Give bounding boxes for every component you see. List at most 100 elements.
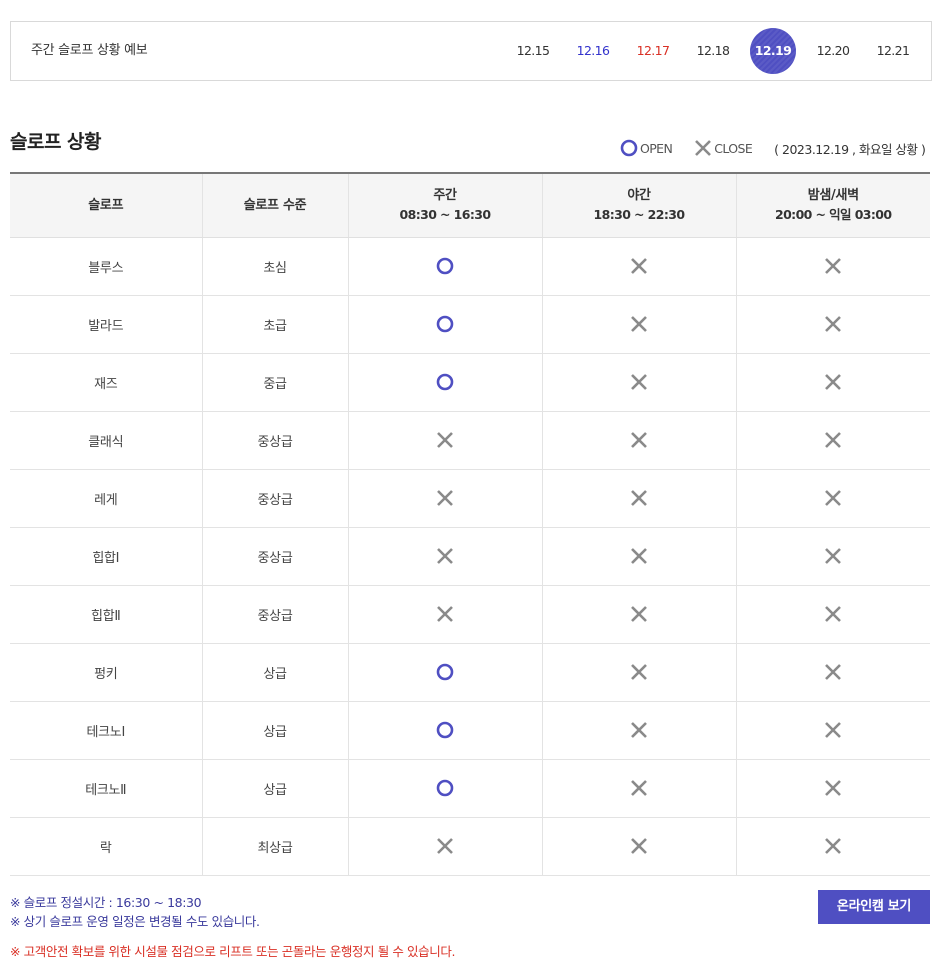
notice-schedule-change: ※ 상기 슬로프 운영 일정은 변경될 수도 있습니다. <box>10 914 260 929</box>
table-row: 테크노Ⅰ 상급 <box>10 701 930 760</box>
close-x-icon <box>825 490 842 506</box>
header-slope: 슬로프 <box>10 173 203 238</box>
notice-safety: ※ 고객안전 확보를 위한 시설물 점검으로 리프트 또는 곤돌라는 운행정지 … <box>10 944 456 959</box>
notice-text: ※ 슬로프 정설시간 : 16:30 ~ 18:30 ※ 상기 슬로프 운영 일… <box>10 893 455 961</box>
close-x-icon <box>695 140 712 156</box>
open-circle-icon <box>436 663 454 681</box>
header-day-time: 08:30 ~ 16:30 <box>399 207 492 223</box>
slope-level-cell: 초급 <box>202 295 349 354</box>
open-circle-icon <box>436 373 454 391</box>
close-x-icon <box>437 606 453 622</box>
slope-name-cell: 펑키 <box>10 643 203 702</box>
section-title: 슬로프 상황 <box>10 131 102 153</box>
overnight-status-cell <box>736 527 930 586</box>
status-date: ( 2023.12.19 , 화요일 상황 ) <box>774 141 926 157</box>
close-x-icon <box>631 374 647 390</box>
close-x-icon <box>825 780 842 796</box>
day-status-cell <box>348 295 543 354</box>
slope-status-table: 슬로프 슬로프 수준 주간 08:30 ~ 16:30 야간 18:30 ~ 22:… <box>10 172 930 876</box>
night-status-cell <box>542 237 737 296</box>
close-x-icon <box>631 664 647 680</box>
night-status-cell <box>542 527 737 586</box>
forecast-date-12-17[interactable]: 12.17 <box>630 28 676 74</box>
slope-level-cell: 상급 <box>202 759 349 818</box>
close-x-icon <box>437 548 453 564</box>
header-level: 슬로프 수준 <box>202 173 349 238</box>
close-x-icon <box>825 548 842 564</box>
slope-name-cell: 테크노Ⅱ <box>10 759 203 818</box>
overnight-status-cell <box>736 353 930 412</box>
header-night-label: 야간 <box>627 188 651 204</box>
day-status-cell <box>348 643 543 702</box>
slope-level-cell: 최상급 <box>202 817 349 876</box>
overnight-status-cell <box>736 411 930 470</box>
slope-name-cell: 락 <box>10 817 203 876</box>
close-x-icon <box>631 548 647 564</box>
forecast-date-12-16[interactable]: 12.16 <box>570 28 616 74</box>
slope-level-cell: 상급 <box>202 701 349 760</box>
slope-level-cell: 초심 <box>202 237 349 296</box>
header-day-label: 주간 <box>433 188 457 204</box>
slope-level-cell: 중상급 <box>202 469 349 528</box>
forecast-date-list: 12.15 12.16 12.17 12.18 12.19 12.20 12.21 <box>11 22 931 80</box>
table-header-row: 슬로프 슬로프 수준 주간 08:30 ~ 16:30 야간 18:30 ~ 22:… <box>10 173 930 238</box>
slope-level-cell: 중상급 <box>202 411 349 470</box>
open-circle-icon <box>620 139 638 157</box>
overnight-status-cell <box>736 759 930 818</box>
close-x-icon <box>631 490 647 506</box>
table-row: 펑키 상급 <box>10 643 930 702</box>
forecast-date-12-15[interactable]: 12.15 <box>510 28 556 74</box>
forecast-date-12-20[interactable]: 12.20 <box>810 28 856 74</box>
table-row: 재즈 중급 <box>10 353 930 412</box>
close-x-icon <box>631 780 647 796</box>
close-x-icon <box>825 606 842 622</box>
night-status-cell <box>542 585 737 644</box>
forecast-date-12-19[interactable]: 12.19 <box>750 28 796 74</box>
weekly-forecast-bar: 주간 슬로프 상황 예보 12.15 12.16 12.17 12.18 12.19 12… <box>10 21 932 81</box>
close-x-icon <box>631 606 647 622</box>
open-circle-icon <box>436 315 454 333</box>
slope-name-cell: 레게 <box>10 469 203 528</box>
close-x-icon <box>631 258 647 274</box>
table-row: 레게 중상급 <box>10 469 930 528</box>
close-x-icon <box>825 722 842 738</box>
day-status-cell <box>348 469 543 528</box>
night-status-cell <box>542 469 737 528</box>
night-status-cell <box>542 411 737 470</box>
forecast-date-12-21[interactable]: 12.21 <box>870 28 916 74</box>
day-status-cell <box>348 237 543 296</box>
table-row: 발라드 초급 <box>10 295 930 354</box>
forecast-date-12-18[interactable]: 12.18 <box>690 28 736 74</box>
header-overnight: 밤샘/새벽 20:00 ~ 익일 03:00 <box>736 173 930 238</box>
day-status-cell <box>348 759 543 818</box>
table-row: 락 최상급 <box>10 817 930 876</box>
table-row: 힙합Ⅱ 중상급 <box>10 585 930 644</box>
overnight-status-cell <box>736 817 930 876</box>
night-status-cell <box>542 759 737 818</box>
header-slope-label: 슬로프 <box>88 197 124 213</box>
header-overnight-label: 밤샘/새벽 <box>807 188 859 204</box>
overnight-status-cell <box>736 469 930 528</box>
slope-level-cell: 중상급 <box>202 585 349 644</box>
online-webcam-button[interactable]: 온라인캠 보기 <box>818 890 930 924</box>
slope-name-cell: 힙합Ⅱ <box>10 585 203 644</box>
status-legend: OPEN CLOSE ( 2023.12.19 , 화요일 상황 ) <box>620 138 926 158</box>
header-overnight-time: 20:00 ~ 익일 03:00 <box>774 207 892 223</box>
overnight-status-cell <box>736 643 930 702</box>
close-x-icon <box>631 316 647 332</box>
legend-close: CLOSE <box>694 139 753 157</box>
day-status-cell <box>348 817 543 876</box>
slope-level-cell: 중급 <box>202 353 349 412</box>
close-x-icon <box>437 838 453 854</box>
legend-open-label: OPEN <box>640 140 673 156</box>
notice-grooming-time: ※ 슬로프 정설시간 : 16:30 ~ 18:30 <box>10 895 202 910</box>
close-x-icon <box>631 838 647 854</box>
slope-name-cell: 테크노Ⅰ <box>10 701 203 760</box>
header-night: 야간 18:30 ~ 22:30 <box>542 173 737 238</box>
close-x-icon <box>437 490 453 506</box>
night-status-cell <box>542 643 737 702</box>
table-row: 블루스 초심 <box>10 237 930 296</box>
header-night-time: 18:30 ~ 22:30 <box>593 207 686 223</box>
table-row: 테크노Ⅱ 상급 <box>10 759 930 818</box>
day-status-cell <box>348 411 543 470</box>
